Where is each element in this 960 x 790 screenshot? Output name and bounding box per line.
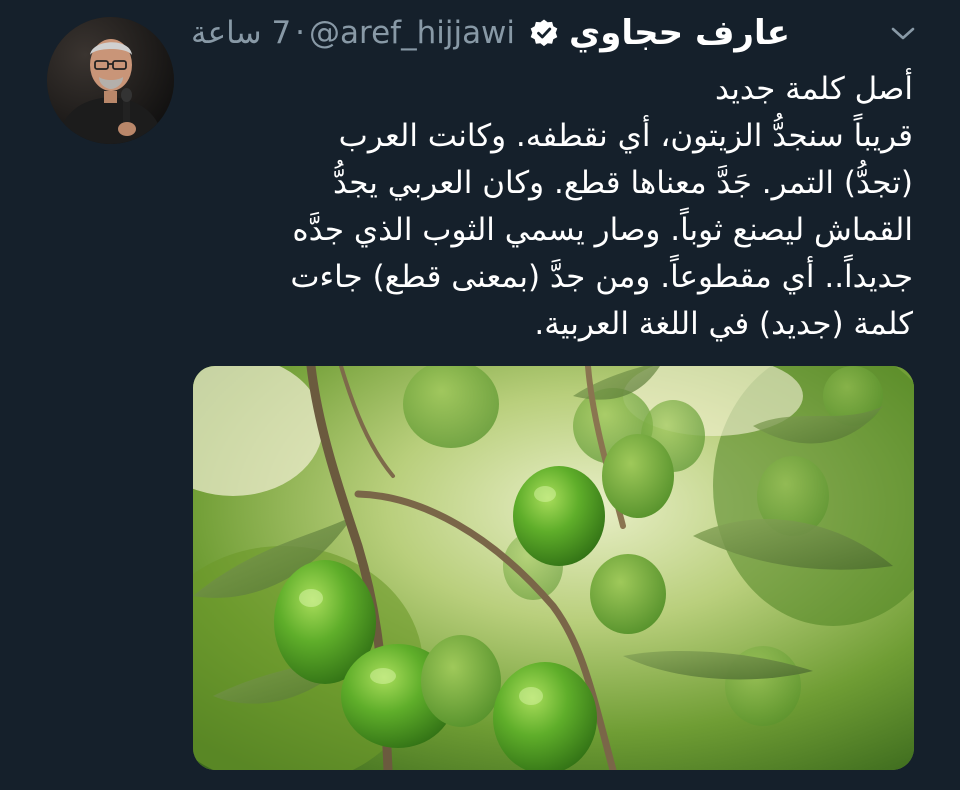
tweet-text-line-title: أصل كلمة جديد bbox=[714, 71, 913, 107]
avatar[interactable] bbox=[47, 17, 174, 144]
tweet-text-line: جديداً.. أي مقطوعاً. ومن جدَّ (بمعنى قطع… bbox=[290, 259, 913, 295]
tweet-image-olives[interactable] bbox=[193, 366, 914, 770]
tweet-text-line: كلمة (جديد) في اللغة العربية. bbox=[534, 306, 913, 342]
author-name[interactable]: عارف حجاوي bbox=[569, 13, 790, 53]
tweet-time[interactable]: 7 ساعة bbox=[191, 15, 291, 51]
tweet-text-line: قريباً سنجدُّ الزيتون، أي نقطفه. وكانت ا… bbox=[338, 118, 913, 154]
author-handle[interactable]: @aref_hijjawi bbox=[309, 15, 515, 51]
verified-badge-icon bbox=[529, 18, 559, 48]
tweet-text-line: (تجدُّ) التمر. جَدَّ معناها قطع. وكان ال… bbox=[333, 165, 913, 201]
tweet-text-line: القماش ليصنع ثوباً. وصار يسمي الثوب الذي… bbox=[292, 212, 913, 248]
separator-dot: · bbox=[295, 15, 306, 51]
chevron-down-icon[interactable] bbox=[890, 22, 916, 44]
tweet: 7 ساعة · @aref_hijjawi عارف حجاوي أصل كل… bbox=[0, 0, 960, 790]
tweet-text: أصل كلمة جديد قريباً سنجدُّ الزيتون، أي … bbox=[183, 66, 913, 348]
tweet-header: 7 ساعة · @aref_hijjawi عارف حجاوي bbox=[191, 8, 790, 58]
